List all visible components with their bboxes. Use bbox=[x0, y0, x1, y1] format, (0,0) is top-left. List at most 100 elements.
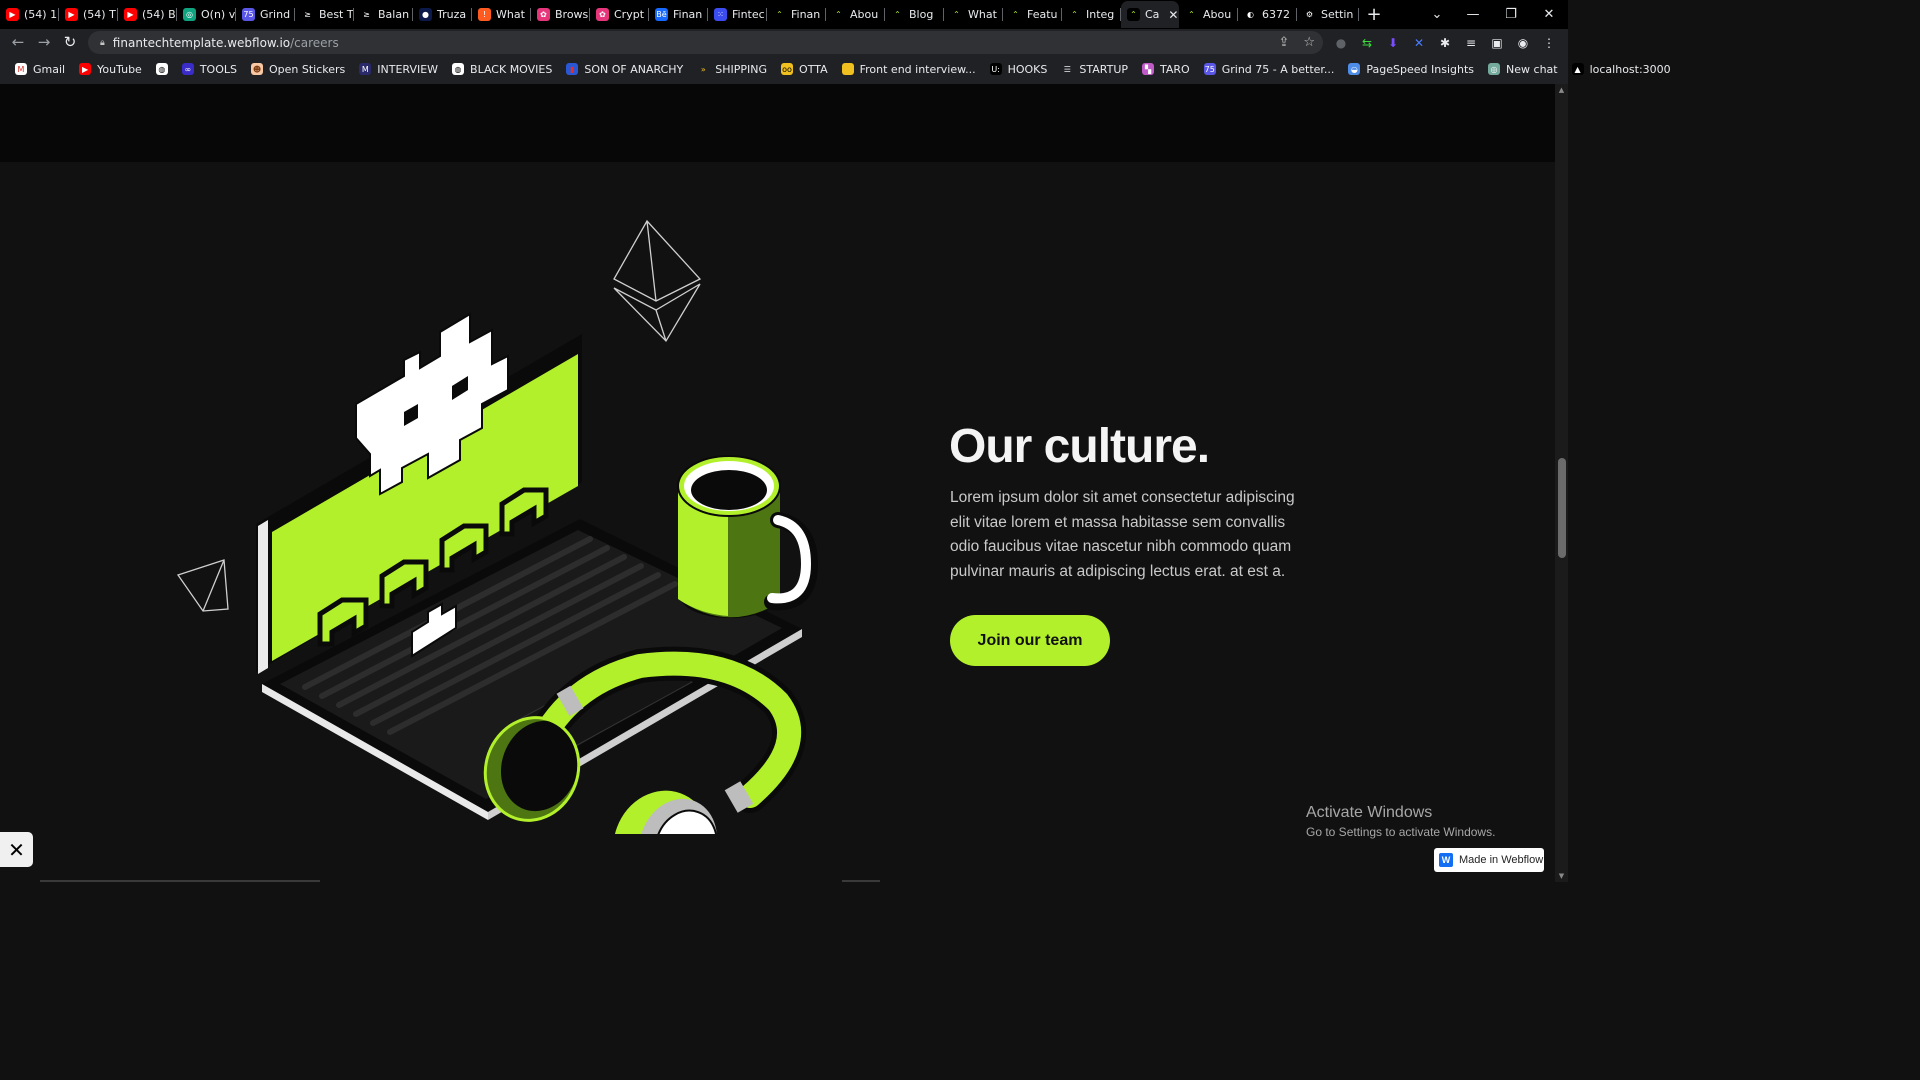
extension-icon[interactable]: ✕ bbox=[1411, 35, 1427, 51]
bookmark-item[interactable]: ◎ New chat bbox=[1481, 63, 1565, 76]
bookmark-item[interactable]: oo OTTA bbox=[774, 63, 835, 76]
close-window-button[interactable]: ✕ bbox=[1526, 0, 1572, 28]
tab[interactable]: ✿ Crypt bbox=[590, 1, 649, 28]
made-in-webflow-badge[interactable]: W Made in Webflow bbox=[1434, 848, 1544, 872]
bookmark-label: SON OF ANARCHY bbox=[584, 62, 684, 76]
tab[interactable]: 75 Grind bbox=[236, 1, 295, 28]
bookmark-item[interactable]: ☻ Open Stickers bbox=[244, 63, 352, 76]
extension-icon[interactable]: ≡ bbox=[1463, 35, 1479, 51]
tab[interactable]: ⚙ Settin bbox=[1297, 1, 1359, 28]
tab-label: What bbox=[968, 8, 997, 21]
scroll-up-arrow-icon[interactable]: ▲ bbox=[1557, 86, 1566, 94]
bookmark-favicon-icon: ∞ bbox=[181, 63, 194, 75]
bookmark-star-icon[interactable]: ☆ bbox=[1303, 35, 1315, 50]
bookmark-item[interactable]: ▲ localhost:3000 bbox=[1565, 63, 1678, 76]
lock-icon[interactable]: 🔒︎ bbox=[100, 38, 105, 48]
bookmark-item[interactable]: ◍ BLACK MOVIES bbox=[445, 63, 559, 76]
scroll-thumb[interactable] bbox=[1558, 458, 1566, 558]
scroll-down-arrow-icon[interactable]: ▼ bbox=[1557, 872, 1566, 880]
tab[interactable]: ◐ 6372 bbox=[1238, 1, 1297, 28]
tab[interactable]: ⌃ Abou bbox=[826, 1, 885, 28]
ethereum-crystal-icon bbox=[613, 219, 702, 343]
tab[interactable]: ✿ Brows bbox=[531, 1, 590, 28]
bookmark-favicon-icon: ☰ bbox=[1061, 63, 1074, 75]
tab-favicon-icon: ⁙ bbox=[714, 8, 727, 21]
reload-button[interactable]: ↻ bbox=[57, 29, 83, 55]
tab-label: Brows bbox=[555, 8, 589, 21]
bookmark-item[interactable]: ▚ TARO bbox=[1135, 63, 1197, 76]
tab[interactable]: ⌃ Finan bbox=[767, 1, 826, 28]
new-tab-button[interactable]: + bbox=[1359, 4, 1389, 25]
tab-label: O(n) v bbox=[201, 8, 236, 21]
close-tab-icon[interactable]: ✕ bbox=[1168, 8, 1178, 22]
bookmark-item[interactable]: ▶ YouTube bbox=[72, 63, 149, 76]
tab[interactable]: ● Truza bbox=[413, 1, 472, 28]
bookmark-item[interactable]: ◍ bbox=[149, 63, 175, 75]
section-title: Our culture. bbox=[949, 420, 1210, 473]
tab-label: Finan bbox=[791, 8, 821, 21]
share-icon[interactable]: ⇪ bbox=[1278, 35, 1289, 50]
forward-button[interactable]: → bbox=[31, 29, 57, 55]
bookmark-item[interactable]: ▮ SON OF ANARCHY bbox=[559, 63, 690, 76]
tab-active[interactable]: ⌃ Ca ✕ bbox=[1121, 1, 1179, 28]
bookmark-item[interactable]: M INTERVIEW bbox=[352, 63, 445, 76]
wireframe-triangle-icon bbox=[176, 559, 229, 612]
bookmark-favicon-icon: ▚ bbox=[1142, 63, 1155, 75]
bookmark-item[interactable]: » SHIPPING bbox=[690, 63, 774, 76]
tab-favicon-icon: ▶ bbox=[6, 8, 19, 21]
tab[interactable]: ◎ O(n) v bbox=[177, 1, 236, 28]
bookmark-item[interactable]: ◒ PageSpeed Insights bbox=[1341, 63, 1481, 76]
extension-icon[interactable]: ▣ bbox=[1489, 35, 1505, 51]
extension-icon[interactable]: ⬇ bbox=[1385, 35, 1401, 51]
tab-favicon-icon: ◐ bbox=[1244, 8, 1257, 21]
bookmark-label: Front end interview... bbox=[859, 62, 976, 76]
tab[interactable]: ▶ (54) 1 bbox=[0, 1, 59, 28]
bookmark-label: OTTA bbox=[799, 62, 828, 76]
coffee-mug-icon bbox=[677, 455, 819, 618]
url-path: /careers bbox=[290, 35, 339, 50]
bookmark-item[interactable]: ☰ STARTUP bbox=[1054, 63, 1135, 76]
bookmark-favicon-icon: ▲ bbox=[1571, 63, 1584, 75]
bookmark-item[interactable]: 75 Grind 75 - A better... bbox=[1197, 63, 1342, 76]
omnibox-actions: ⇪ ☆ bbox=[1278, 35, 1315, 50]
address-bar[interactable]: 🔒︎ finantechtemplate.webflow.io/careers … bbox=[88, 31, 1323, 54]
tab-label: Blog bbox=[909, 8, 934, 21]
tab[interactable]: Bē Finan bbox=[649, 1, 708, 28]
tab[interactable]: ≥ Balan bbox=[354, 1, 413, 28]
tab-label: Balan bbox=[378, 8, 410, 21]
bookmark-favicon-icon: ▶ bbox=[79, 63, 92, 75]
join-our-team-button[interactable]: Join our team bbox=[950, 615, 1110, 666]
bookmark-item[interactable]: ∞ TOOLS bbox=[175, 63, 244, 76]
tab[interactable]: ▶ (54) B bbox=[118, 1, 177, 28]
activate-windows-title: Activate Windows bbox=[1306, 804, 1433, 821]
tab-favicon-icon: ≥ bbox=[301, 8, 314, 21]
extension-icon[interactable]: ✱ bbox=[1437, 35, 1453, 51]
activate-windows-subtitle: Go to Settings to activate Windows. bbox=[1306, 825, 1496, 839]
tab-label: 6372 bbox=[1262, 8, 1290, 21]
tab[interactable]: ⌃ Integ bbox=[1062, 1, 1121, 28]
page-scrollbar[interactable]: ▲ ▼ bbox=[1555, 84, 1568, 882]
bookmark-item[interactable]: M Gmail bbox=[8, 63, 72, 76]
tab[interactable]: ⁙ Fintec bbox=[708, 1, 767, 28]
bookmark-item[interactable]: ▮ Front end interview... bbox=[835, 63, 983, 76]
tab[interactable]: ⌃ Featu bbox=[1003, 1, 1062, 28]
bookmark-label: localhost:3000 bbox=[1589, 62, 1671, 76]
extension-icon[interactable]: ⇆ bbox=[1359, 35, 1375, 51]
tab[interactable]: ≥ Best T bbox=[295, 1, 354, 28]
bookmark-favicon-icon: ▮ bbox=[841, 63, 854, 75]
close-overlay-button[interactable]: ✕ bbox=[0, 832, 33, 867]
bookmark-label: TARO bbox=[1160, 62, 1190, 76]
extension-icon[interactable]: ◉ bbox=[1515, 35, 1531, 51]
extension-icon[interactable]: ● bbox=[1333, 35, 1349, 51]
tab[interactable]: ! What bbox=[472, 1, 531, 28]
bookmark-item[interactable]: U: HOOKS bbox=[983, 63, 1055, 76]
tab-favicon-icon: ● bbox=[419, 8, 432, 21]
tab[interactable]: ⌃ Blog bbox=[885, 1, 944, 28]
tab[interactable]: ⌃ Abou bbox=[1179, 1, 1238, 28]
tab-favicon-icon: ⌃ bbox=[891, 8, 904, 21]
tab-favicon-icon: ✿ bbox=[537, 8, 550, 21]
back-button[interactable]: ← bbox=[5, 29, 31, 55]
tab[interactable]: ⌃ What bbox=[944, 1, 1003, 28]
tab[interactable]: ▶ (54) T bbox=[59, 1, 118, 28]
extension-icon[interactable]: ⋮ bbox=[1541, 35, 1557, 51]
